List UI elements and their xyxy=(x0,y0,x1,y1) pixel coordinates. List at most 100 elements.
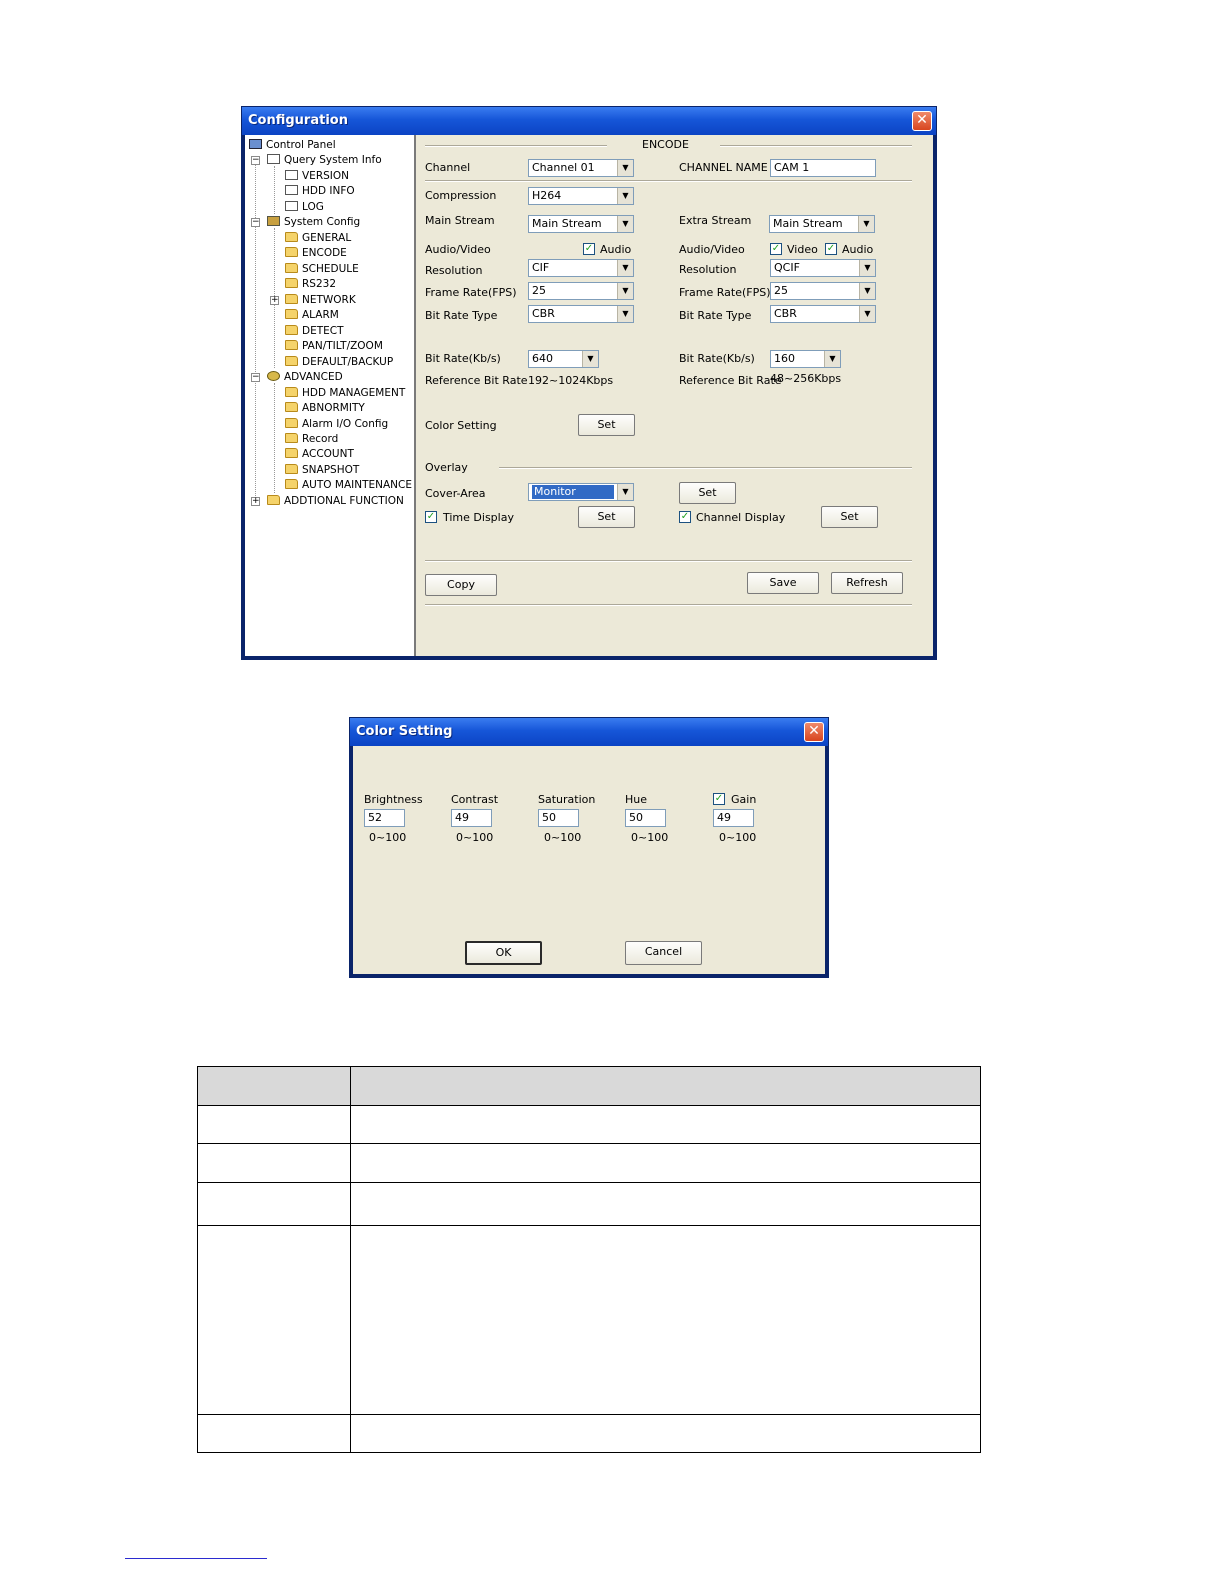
main-resolution-select[interactable]: CIF ▼ xyxy=(528,259,634,277)
tree-item-general[interactable]: GENERAL xyxy=(285,231,351,245)
tree-item-system-config[interactable]: System Config xyxy=(267,215,360,229)
tree-item-log[interactable]: LOG xyxy=(285,200,324,214)
chevron-down-icon[interactable]: ▼ xyxy=(617,188,633,204)
time-display-set-button[interactable]: Set xyxy=(578,506,635,528)
save-button[interactable]: Save xyxy=(747,572,819,594)
saturation-input[interactable]: 50 xyxy=(538,809,579,827)
refresh-button[interactable]: Refresh xyxy=(831,572,903,594)
chevron-down-icon[interactable]: ▼ xyxy=(859,306,875,322)
extra-bit-rate-select[interactable]: 160 ▼ xyxy=(770,350,841,368)
tree-item-snapshot[interactable]: SNAPSHOT xyxy=(285,463,359,477)
channel-display-set-button[interactable]: Set xyxy=(821,506,878,528)
collapse-icon[interactable]: − xyxy=(251,218,260,227)
gain-checkbox[interactable]: ✓ xyxy=(713,793,725,805)
brightness-input[interactable]: 52 xyxy=(364,809,405,827)
channel-display-checkbox[interactable]: ✓ xyxy=(679,511,691,523)
tree-item-advanced[interactable]: ADVANCED xyxy=(267,370,343,384)
tree-item-abnormity[interactable]: ABNORMITY xyxy=(285,401,365,415)
extra-frame-rate-select[interactable]: 25 ▼ xyxy=(770,282,876,300)
contrast-input[interactable]: 49 xyxy=(451,809,492,827)
color-setting-titlebar[interactable]: Color Setting ✕ xyxy=(350,718,828,746)
chevron-down-icon[interactable]: ▼ xyxy=(617,484,633,500)
chevron-down-icon[interactable]: ▼ xyxy=(617,260,633,276)
tree-item-network[interactable]: NETWORK xyxy=(285,293,356,307)
configuration-titlebar[interactable]: Configuration ✕ xyxy=(242,107,936,135)
configuration-title: Configuration xyxy=(248,113,348,128)
tree-item-pan-tilt-zoom[interactable]: PAN/TILT/ZOOM xyxy=(285,339,383,353)
channel-name-input[interactable]: CAM 1 xyxy=(770,159,876,177)
main-audio-video-label: Audio/Video xyxy=(425,243,491,256)
tree-item-default-backup[interactable]: DEFAULT/BACKUP xyxy=(285,355,393,369)
cancel-button[interactable]: Cancel xyxy=(625,941,702,965)
collapse-icon[interactable]: − xyxy=(251,373,260,382)
cover-area-select[interactable]: Monitor ▼ xyxy=(528,483,634,501)
extra-resolution-select[interactable]: QCIF ▼ xyxy=(770,259,876,277)
expand-icon[interactable]: + xyxy=(251,497,260,506)
main-stream-select[interactable]: Main Stream ▼ xyxy=(528,215,634,233)
chevron-down-icon[interactable]: ▼ xyxy=(617,160,633,176)
configuration-window: Configuration ✕ Control Panel − Query Sy… xyxy=(241,106,937,660)
compression-select[interactable]: H264 ▼ xyxy=(528,187,634,205)
tree-item-account[interactable]: ACCOUNT xyxy=(285,447,354,461)
tree-item-version[interactable]: VERSION xyxy=(285,169,349,183)
chevron-down-icon[interactable]: ▼ xyxy=(858,216,874,232)
hue-input[interactable]: 50 xyxy=(625,809,666,827)
table-cell xyxy=(350,1225,981,1415)
table-cell xyxy=(197,1143,351,1183)
time-display-checkbox[interactable]: ✓ xyxy=(425,511,437,523)
chevron-down-icon[interactable]: ▼ xyxy=(859,283,875,299)
main-reference-bit-rate-value: 192~1024Kbps xyxy=(528,374,614,387)
chevron-down-icon[interactable]: ▼ xyxy=(824,351,840,367)
main-bit-rate-select[interactable]: 640 ▼ xyxy=(528,350,599,368)
gain-label: Gain xyxy=(731,793,757,806)
folder-icon xyxy=(285,340,298,350)
expand-icon[interactable]: + xyxy=(270,296,279,305)
table-row xyxy=(197,1105,981,1144)
tree-item-alarm-io-config[interactable]: Alarm I/O Config xyxy=(285,417,388,431)
chevron-down-icon[interactable]: ▼ xyxy=(582,351,598,367)
cover-area-set-button[interactable]: Set xyxy=(679,482,736,504)
channel-name-label: CHANNEL NAME xyxy=(679,161,768,174)
chevron-down-icon[interactable]: ▼ xyxy=(617,306,633,322)
gain-input[interactable]: 49 xyxy=(713,809,754,827)
extra-bit-rate-type-label: Bit Rate Type xyxy=(679,309,752,322)
ok-button[interactable]: OK xyxy=(465,941,542,965)
time-display-label: Time Display xyxy=(443,511,514,524)
channel-select[interactable]: Channel 01 ▼ xyxy=(528,159,634,177)
tree-item-rs232[interactable]: RS232 xyxy=(285,277,336,291)
computer-icon xyxy=(249,139,262,149)
collapse-icon[interactable]: − xyxy=(251,156,260,165)
tree-item-record[interactable]: Record xyxy=(285,432,338,446)
folder-icon xyxy=(285,448,298,458)
main-bit-rate-type-select[interactable]: CBR ▼ xyxy=(528,305,634,323)
overlay-rule xyxy=(499,467,912,469)
tree-item-auto-maintenance[interactable]: AUTO MAINTENANCE xyxy=(285,478,412,492)
close-icon[interactable]: ✕ xyxy=(912,111,932,131)
chevron-down-icon[interactable]: ▼ xyxy=(617,216,633,232)
folder-icon xyxy=(285,309,298,319)
tree-item-encode[interactable]: ENCODE xyxy=(285,246,347,260)
color-setting-window: Color Setting ✕ Brightness 52 0~100 Cont… xyxy=(349,717,829,978)
copy-button[interactable]: Copy xyxy=(425,574,497,596)
tree-item-schedule[interactable]: SCHEDULE xyxy=(285,262,359,276)
chevron-down-icon[interactable]: ▼ xyxy=(617,283,633,299)
main-audio-checkbox[interactable]: ✓ xyxy=(583,243,595,255)
table-row xyxy=(197,1143,981,1183)
tree-item-control-panel[interactable]: Control Panel xyxy=(249,138,336,152)
main-frame-rate-select[interactable]: 25 ▼ xyxy=(528,282,634,300)
color-setting-set-button[interactable]: Set xyxy=(578,414,635,436)
extra-audio-checkbox[interactable]: ✓ xyxy=(825,243,837,255)
tree-item-query-system-info[interactable]: Query System Info xyxy=(267,153,382,167)
tree-item-alarm[interactable]: ALARM xyxy=(285,308,339,322)
tree-item-detect[interactable]: DETECT xyxy=(285,324,344,338)
extra-stream-select[interactable]: Main Stream ▼ xyxy=(769,215,875,233)
tree-item-hdd-info[interactable]: HDD INFO xyxy=(285,184,355,198)
tree-item-hdd-management[interactable]: HDD MANAGEMENT xyxy=(285,386,405,400)
extra-video-checkbox[interactable]: ✓ xyxy=(770,243,782,255)
chevron-down-icon[interactable]: ▼ xyxy=(859,260,875,276)
tree-guide xyxy=(274,383,275,493)
table-row xyxy=(197,1225,981,1415)
close-icon[interactable]: ✕ xyxy=(804,722,824,742)
extra-bit-rate-type-select[interactable]: CBR ▼ xyxy=(770,305,876,323)
tree-item-addtional-function[interactable]: ADDTIONAL FUNCTION xyxy=(267,494,404,508)
